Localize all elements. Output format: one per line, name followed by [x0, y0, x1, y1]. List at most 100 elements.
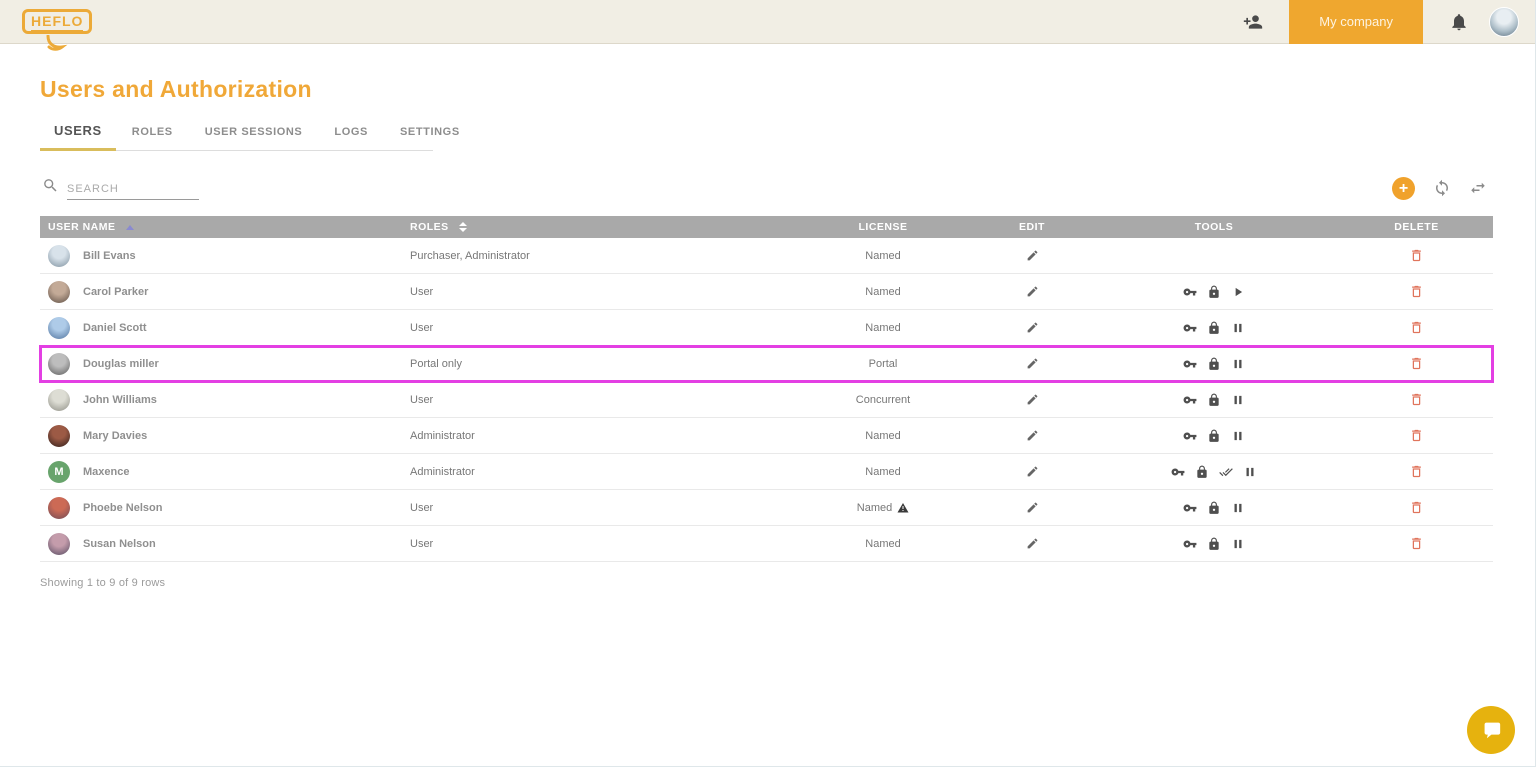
key-icon[interactable]	[1183, 393, 1197, 407]
tools-cell	[1088, 310, 1340, 345]
lock-icon[interactable]	[1207, 321, 1221, 335]
edit-cell	[976, 310, 1088, 345]
table-body: Bill EvansPurchaser, AdministratorNamedC…	[40, 238, 1493, 562]
tab-logs[interactable]: LOGS	[318, 120, 384, 150]
delete-trash-icon[interactable]	[1409, 320, 1424, 335]
suspend-pause-icon[interactable]	[1231, 537, 1245, 551]
bell-icon[interactable]	[1449, 12, 1469, 32]
roles-cell: Administrator	[410, 454, 790, 489]
user-name-text: John Williams	[83, 394, 157, 406]
delete-cell	[1340, 346, 1493, 381]
search-box	[40, 177, 199, 200]
roles-cell: Purchaser, Administrator	[410, 238, 790, 273]
lock-icon[interactable]	[1207, 429, 1221, 443]
table-row-highlighted[interactable]: Douglas millerPortal onlyPortal	[40, 346, 1493, 382]
delete-cell	[1340, 454, 1493, 489]
add-user-button[interactable]: +	[1392, 177, 1415, 200]
key-icon[interactable]	[1183, 429, 1197, 443]
key-icon[interactable]	[1183, 501, 1197, 515]
person-add-icon[interactable]	[1243, 12, 1263, 32]
table-row[interactable]: Carol ParkerUserNamed	[40, 274, 1493, 310]
delete-trash-icon[interactable]	[1409, 248, 1424, 263]
refresh-icon[interactable]	[1433, 179, 1451, 197]
roles-cell: User	[410, 382, 790, 417]
user-name-text: Douglas miller	[83, 358, 159, 370]
table-row[interactable]: Daniel ScottUserNamed	[40, 310, 1493, 346]
tab-user-sessions[interactable]: USER SESSIONS	[189, 120, 319, 150]
edit-pencil-icon[interactable]	[1026, 501, 1039, 514]
roles-cell: User	[410, 526, 790, 561]
edit-cell	[976, 382, 1088, 417]
delete-trash-icon[interactable]	[1409, 356, 1424, 371]
roles-cell: User	[410, 490, 790, 525]
chat-bubble-icon	[1480, 719, 1502, 741]
user-name-cell: Bill Evans	[40, 238, 410, 273]
edit-pencil-icon[interactable]	[1026, 285, 1039, 298]
delete-trash-icon[interactable]	[1409, 536, 1424, 551]
edit-cell	[976, 454, 1088, 489]
column-roles[interactable]: ROLES	[410, 221, 790, 233]
my-company-button[interactable]: My company	[1289, 0, 1423, 44]
delete-trash-icon[interactable]	[1409, 284, 1424, 299]
double-check-icon[interactable]	[1219, 465, 1233, 479]
delete-trash-icon[interactable]	[1409, 392, 1424, 407]
lock-icon[interactable]	[1207, 393, 1221, 407]
search-input[interactable]	[67, 179, 199, 200]
key-icon[interactable]	[1183, 285, 1197, 299]
suspend-pause-icon[interactable]	[1231, 429, 1245, 443]
edit-pencil-icon[interactable]	[1026, 321, 1039, 334]
column-user-name[interactable]: USER NAME	[40, 221, 410, 233]
table-row[interactable]: Mary DaviesAdministratorNamed	[40, 418, 1493, 454]
suspend-pause-icon[interactable]	[1243, 465, 1257, 479]
suspend-pause-icon[interactable]	[1231, 357, 1245, 371]
delete-trash-icon[interactable]	[1409, 428, 1424, 443]
tools-cell	[1088, 454, 1340, 489]
edit-pencil-icon[interactable]	[1026, 357, 1039, 370]
delete-cell	[1340, 490, 1493, 525]
roles-cell: Portal only	[410, 346, 790, 381]
suspend-pause-icon[interactable]	[1231, 321, 1245, 335]
edit-pencil-icon[interactable]	[1026, 465, 1039, 478]
suspend-pause-icon[interactable]	[1231, 393, 1245, 407]
delete-cell	[1340, 274, 1493, 309]
column-edit: EDIT	[976, 221, 1088, 233]
lock-icon[interactable]	[1207, 357, 1221, 371]
user-avatar[interactable]	[1489, 7, 1519, 37]
sort-asc-icon[interactable]	[126, 225, 134, 230]
table-row[interactable]: MMaxenceAdministratorNamed	[40, 454, 1493, 490]
table-row[interactable]: Susan NelsonUserNamed	[40, 526, 1493, 562]
suspend-pause-icon[interactable]	[1231, 501, 1245, 515]
edit-pencil-icon[interactable]	[1026, 249, 1039, 262]
user-name-text: Mary Davies	[83, 430, 147, 442]
sort-both-icon[interactable]	[459, 222, 467, 232]
tools-cell	[1088, 418, 1340, 453]
heflo-logo[interactable]: HEFLO	[22, 9, 92, 34]
key-icon[interactable]	[1183, 537, 1197, 551]
delete-trash-icon[interactable]	[1409, 500, 1424, 515]
resume-play-icon[interactable]	[1231, 285, 1245, 299]
edit-pencil-icon[interactable]	[1026, 429, 1039, 442]
tab-roles[interactable]: ROLES	[116, 120, 189, 150]
lock-icon[interactable]	[1207, 285, 1221, 299]
lock-icon[interactable]	[1207, 537, 1221, 551]
tools-cell	[1088, 238, 1340, 273]
avatar-initial: M	[48, 461, 70, 483]
tab-settings[interactable]: SETTINGS	[384, 120, 476, 150]
delete-trash-icon[interactable]	[1409, 464, 1424, 479]
lock-icon[interactable]	[1207, 501, 1221, 515]
column-license: LICENSE	[790, 221, 976, 233]
tab-users[interactable]: USERS	[40, 117, 116, 151]
edit-pencil-icon[interactable]	[1026, 393, 1039, 406]
key-icon[interactable]	[1171, 465, 1185, 479]
table-row[interactable]: Phoebe NelsonUserNamed	[40, 490, 1493, 526]
key-icon[interactable]	[1183, 321, 1197, 335]
delete-cell	[1340, 238, 1493, 273]
edit-pencil-icon[interactable]	[1026, 537, 1039, 550]
table-row[interactable]: Bill EvansPurchaser, AdministratorNamed	[40, 238, 1493, 274]
key-icon[interactable]	[1183, 357, 1197, 371]
swap-columns-icon[interactable]	[1469, 179, 1487, 197]
tools-cell	[1088, 274, 1340, 309]
lock-icon[interactable]	[1195, 465, 1209, 479]
table-row[interactable]: John WilliamsUserConcurrent	[40, 382, 1493, 418]
chat-fab-button[interactable]	[1467, 706, 1515, 754]
